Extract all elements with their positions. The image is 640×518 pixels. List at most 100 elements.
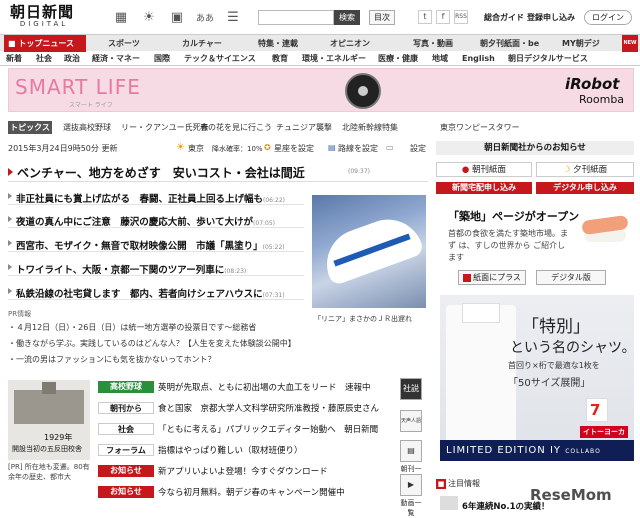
lead-time: (09:37) bbox=[348, 168, 370, 175]
headline-time: (06:22) bbox=[263, 197, 285, 204]
horoscope-icon: ✪ bbox=[264, 143, 271, 152]
seven-i-logo: 7 bbox=[586, 398, 608, 422]
list-icon[interactable]: ☰ bbox=[224, 8, 242, 26]
subnav-society[interactable]: 社会 bbox=[36, 51, 52, 66]
nav-culture[interactable]: カルチャー bbox=[182, 35, 222, 52]
subnav-education[interactable]: 教育 bbox=[272, 51, 288, 66]
chat-icon: ▭ bbox=[386, 143, 394, 152]
headline-time: (08:23) bbox=[224, 268, 247, 275]
subnav-tech-science[interactable]: テック＆サイエンス bbox=[184, 51, 256, 66]
headline-item[interactable]: 私鉄沿線の社宅貸します 都内、若者向けシェアハウスに(07:31) bbox=[8, 283, 304, 300]
section-text: 新アプリいよいよ登場！今すぐダウンロード bbox=[158, 467, 328, 477]
photo-caption[interactable]: 「リニア」まさかのＪＲ出遅れ bbox=[314, 314, 412, 324]
subnav-digital-service[interactable]: 朝日デジタルサービス bbox=[508, 51, 588, 66]
news-icon[interactable]: ▦ bbox=[112, 8, 130, 26]
shirt-shape bbox=[446, 305, 516, 455]
section-row[interactable]: 高校野球 英明が先取点、ともに初出場の大血工をリード 速報中 bbox=[98, 379, 398, 395]
limited-edition-bar: LIMITED EDITION IY COLLABO bbox=[440, 440, 634, 461]
headline-item[interactable]: 西宮市、モザイク・無音で取材映像公開 市議「黒塗り」(05:22) bbox=[8, 235, 304, 252]
topic-item[interactable]: 東京ワンピースタワー bbox=[440, 121, 520, 134]
subnav-international[interactable]: 国際 bbox=[154, 51, 170, 66]
topic-item[interactable]: チュニジア襲撃 bbox=[276, 121, 332, 134]
lead-title: ベンチャー、地方をめざす 安いコスト・会社は間近 bbox=[17, 166, 305, 180]
route-setting[interactable]: 路線を設定 bbox=[338, 143, 378, 154]
section-tag: お知らせ bbox=[98, 486, 154, 498]
notice-thumbnail[interactable] bbox=[440, 496, 458, 510]
ad-title: 「特別」 bbox=[522, 317, 590, 337]
update-bar: 2015年3月24日9時50分 更新 ☀ 東京 降水確率：10% ✪ 星座を設定… bbox=[8, 142, 428, 155]
pr-item[interactable]: ・４月12日（日）・26日（日）は統一地方選挙の投票日です～総務省 bbox=[8, 322, 256, 333]
topic-item[interactable]: 春の花を見に行こう bbox=[200, 121, 272, 134]
weather-icon[interactable]: ☀ bbox=[140, 8, 158, 26]
update-time: 2015年3月24日9時50分 更新 bbox=[8, 144, 118, 153]
sns-links: t f RSS bbox=[418, 10, 468, 24]
search-input[interactable] bbox=[258, 10, 334, 25]
evening-paper-button[interactable]: ☽ 夕刊紙面 bbox=[536, 162, 634, 177]
plus-paper-button[interactable]: 紙面にプラス bbox=[458, 270, 526, 285]
topic-item[interactable]: 選抜高校野球 bbox=[63, 121, 111, 134]
linear-train-photo[interactable] bbox=[312, 195, 426, 308]
section-row[interactable]: フォーラム 指標はやっぱり難しい（取材班便り） bbox=[98, 442, 398, 458]
campus-caption[interactable]: [PR] 所在地も変遷。80有余年の歴史、都市大 bbox=[8, 462, 90, 482]
font-size-icon[interactable]: ああ bbox=[196, 8, 214, 26]
video-list-button[interactable]: ▶ 動画一覧 bbox=[398, 474, 424, 518]
subnav-new[interactable]: 新着 bbox=[6, 51, 22, 66]
digital-edition-button[interactable]: デジタル版 bbox=[536, 270, 606, 285]
twitter-icon[interactable]: t bbox=[418, 10, 432, 24]
guide-link[interactable]: 総合ガイド bbox=[484, 12, 524, 23]
building-shape bbox=[14, 390, 84, 424]
nav-opinion[interactable]: オピニオン bbox=[330, 35, 370, 52]
weather-city[interactable]: 東京 bbox=[188, 143, 204, 154]
digital-subscribe-button[interactable]: デジタル申し込み bbox=[536, 182, 634, 194]
nav-my-asadigi[interactable]: MY朝デジ bbox=[562, 35, 600, 52]
section-row[interactable]: 社会 「ともに考える」パブリックエディター始動へ 朝日新聞 bbox=[98, 421, 398, 437]
tensei-jingo-button[interactable]: 天声人語 bbox=[398, 410, 424, 434]
editorial-button[interactable]: 社説 bbox=[398, 378, 424, 402]
tsukiji-title[interactable]: 「築地」ページがオープン bbox=[448, 208, 579, 224]
nav-top-news[interactable]: ■ トップニュース bbox=[4, 35, 86, 52]
rss-icon[interactable]: RSS bbox=[454, 10, 468, 24]
morning-paper-button[interactable]: ● 朝刊紙面 bbox=[436, 162, 532, 177]
register-link[interactable]: 登録申し込み bbox=[527, 12, 575, 23]
section-row[interactable]: 朝刊から 食と国家 京都大学人文科学研究所准教授・藤原辰史さん bbox=[98, 400, 398, 416]
home-delivery-button[interactable]: 新聞宅配申し込み bbox=[436, 182, 532, 194]
nav-sports[interactable]: スポーツ bbox=[108, 35, 140, 52]
facebook-icon[interactable]: f bbox=[436, 10, 450, 24]
smart-life-banner[interactable]: SMART LIFE スマート ライフ iRobot Roomba bbox=[8, 68, 634, 112]
pr-item[interactable]: ・一流の男はファッションにも気を抜かないってホント？ bbox=[8, 354, 216, 365]
nav-features[interactable]: 特集・連載 bbox=[258, 35, 298, 52]
headline-text: 非正社員にも賞上げ広がる 春闘、正社員上回る上げ幅も bbox=[16, 194, 264, 205]
tv-icon[interactable]: ▣ bbox=[168, 8, 186, 26]
sushi-image[interactable] bbox=[578, 210, 630, 246]
campus-photo[interactable]: 1929年 開設当初の五反田校舎 bbox=[8, 380, 90, 460]
photo-year: 1929年 bbox=[44, 433, 73, 442]
nav-photo-video[interactable]: 写真・動画 bbox=[413, 35, 453, 52]
section-row[interactable]: お知らせ 新アプリいよいよ登場！今すぐダウンロード bbox=[98, 463, 398, 479]
subnav-health[interactable]: 医療・健康 bbox=[378, 51, 418, 66]
section-text: 英明が先取点、ともに初出場の大血工をリード 速報中 bbox=[158, 383, 371, 393]
toc-button[interactable]: 目次 bbox=[369, 10, 395, 25]
login-button[interactable]: ログイン bbox=[584, 10, 632, 25]
lead-headline[interactable]: ベンチャー、地方をめざす 安いコスト・会社は間近 (09:37) bbox=[8, 164, 428, 182]
nav-paper-be[interactable]: 朝夕刊紙面・be bbox=[480, 35, 539, 52]
search-button[interactable]: 検索 bbox=[334, 10, 360, 25]
new-badge: NEW bbox=[622, 35, 638, 52]
subnav-english[interactable]: English bbox=[462, 51, 495, 66]
asahi-digital-logo[interactable]: 朝日新聞 DIGITAL bbox=[10, 4, 78, 32]
subnav-economy[interactable]: 経済・マネー bbox=[92, 51, 140, 66]
headline-item[interactable]: 非正社員にも賞上げ広がる 春闘、正社員上回る上げ幅も(06:22) bbox=[8, 188, 304, 205]
topic-item[interactable]: 北陸新幹線特集 bbox=[342, 121, 398, 134]
topics-label: トピックス bbox=[8, 121, 52, 134]
subnav-politics[interactable]: 政治 bbox=[64, 51, 80, 66]
headline-item[interactable]: トワイライト、大阪・京都一下関のツアー列車に(08:23) bbox=[8, 259, 304, 276]
horoscope-setting[interactable]: 星座を設定 bbox=[274, 143, 314, 154]
headline-item[interactable]: 夜道の真ん中にご注意 藤沢の慶応大前、歩いて大けが(07:05) bbox=[8, 211, 304, 228]
roomba-label: Roomba bbox=[579, 93, 625, 106]
subnav-environment[interactable]: 環境・エネルギー bbox=[302, 51, 366, 66]
section-row[interactable]: お知らせ 今なら初月無料。朝デジ春のキャンペーン開催中 bbox=[98, 484, 398, 500]
topic-item[interactable]: リー・クアンユー氏死去 bbox=[121, 121, 209, 134]
pr-item[interactable]: ・働きながら学ぶ。実践しているのはどんな人？【人生を変えた体験談公開中】 bbox=[8, 338, 296, 349]
subnav-region[interactable]: 地域 bbox=[432, 51, 448, 66]
settings-link[interactable]: 設定 bbox=[410, 143, 426, 154]
headline-text: 私鉄沿線の社宅貸します 都内、若者向けシェアハウスに bbox=[16, 289, 263, 300]
